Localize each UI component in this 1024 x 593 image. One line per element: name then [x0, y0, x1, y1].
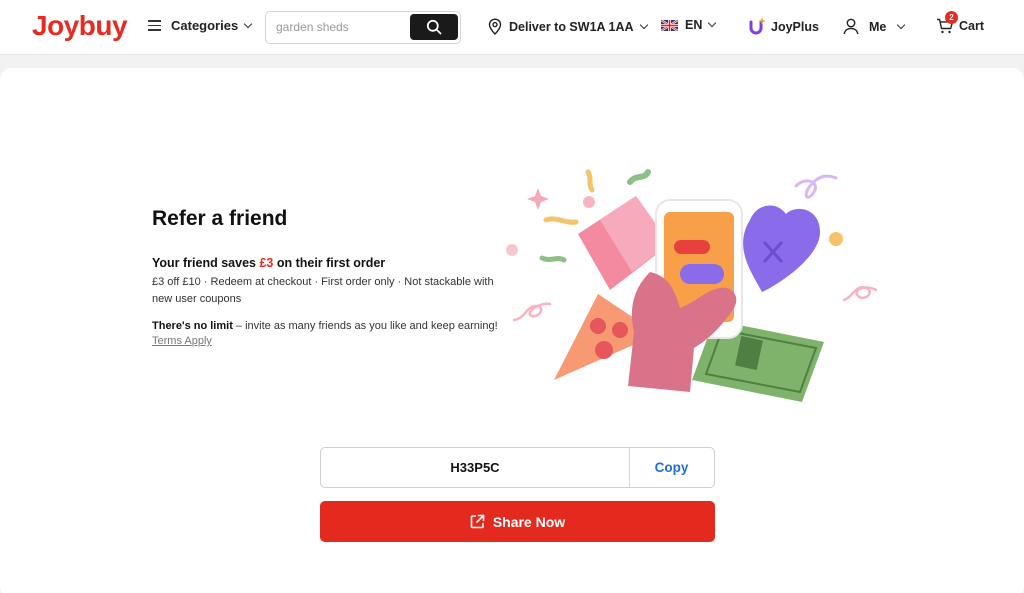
- joyplus-label: JoyPlus: [771, 19, 819, 34]
- save-amount: £3: [259, 256, 274, 270]
- cart-link[interactable]: 2 Cart: [936, 11, 985, 34]
- deliver-to[interactable]: Deliver to SW1A 1AA: [488, 18, 648, 35]
- menu-icon: [148, 20, 161, 31]
- no-limit-text: There's no limit – invite as many friend…: [152, 320, 498, 332]
- copy-button[interactable]: Copy: [629, 448, 714, 487]
- search-bar: [265, 11, 461, 44]
- share-now-button[interactable]: Share Now: [320, 501, 715, 542]
- language-label: EN: [685, 18, 703, 32]
- referral-code: H33P5C: [321, 448, 630, 487]
- save-prefix: Your friend saves: [152, 256, 260, 270]
- uk-flag-icon: [661, 19, 678, 31]
- categories-menu[interactable]: Categories: [148, 18, 253, 33]
- page-title: Refer a friend: [152, 207, 288, 230]
- chevron-down-icon: [639, 20, 648, 29]
- share-now-label: Share Now: [492, 513, 566, 530]
- chevron-down-icon: [897, 20, 906, 29]
- save-suffix: on their first order: [273, 256, 386, 270]
- share-icon: [470, 514, 485, 529]
- top-header: Joybuy Categories Deliver to SW1A 1AA: [0, 0, 1024, 55]
- search-button[interactable]: [410, 14, 458, 40]
- user-icon: [843, 18, 859, 35]
- no-limit-bold: There's no limit: [152, 320, 233, 332]
- location-pin-icon: [488, 18, 502, 35]
- me-label: Me: [869, 19, 887, 34]
- search-input[interactable]: [276, 18, 411, 36]
- categories-label: Categories: [171, 18, 239, 33]
- chevron-down-icon: [243, 19, 253, 28]
- friend-saves-text: Your friend saves £3 on their first orde…: [152, 256, 385, 270]
- cart-icon-wrap: 2: [936, 11, 958, 34]
- deliver-label: Deliver to SW1A 1AA: [509, 19, 634, 34]
- search-icon: [426, 19, 442, 35]
- no-limit-rest: – invite as many friends as you like and…: [232, 320, 498, 332]
- joyplus-icon: [749, 18, 765, 35]
- joyplus-link[interactable]: JoyPlus: [749, 18, 819, 35]
- terms-apply-link[interactable]: Terms Apply: [152, 335, 212, 347]
- cart-count-badge: 2: [945, 11, 958, 24]
- referral-code-box: H33P5C Copy: [320, 447, 715, 488]
- cart-label: Cart: [959, 19, 985, 33]
- offer-details: £3 off £10 · Redeem at checkout · First …: [152, 276, 494, 305]
- chevron-down-icon: [708, 18, 717, 28]
- account-menu[interactable]: Me: [843, 18, 906, 35]
- language-selector[interactable]: EN: [661, 18, 717, 32]
- joybuy-logo[interactable]: Joybuy: [32, 10, 128, 42]
- refer-friend-illustration: [506, 169, 878, 402]
